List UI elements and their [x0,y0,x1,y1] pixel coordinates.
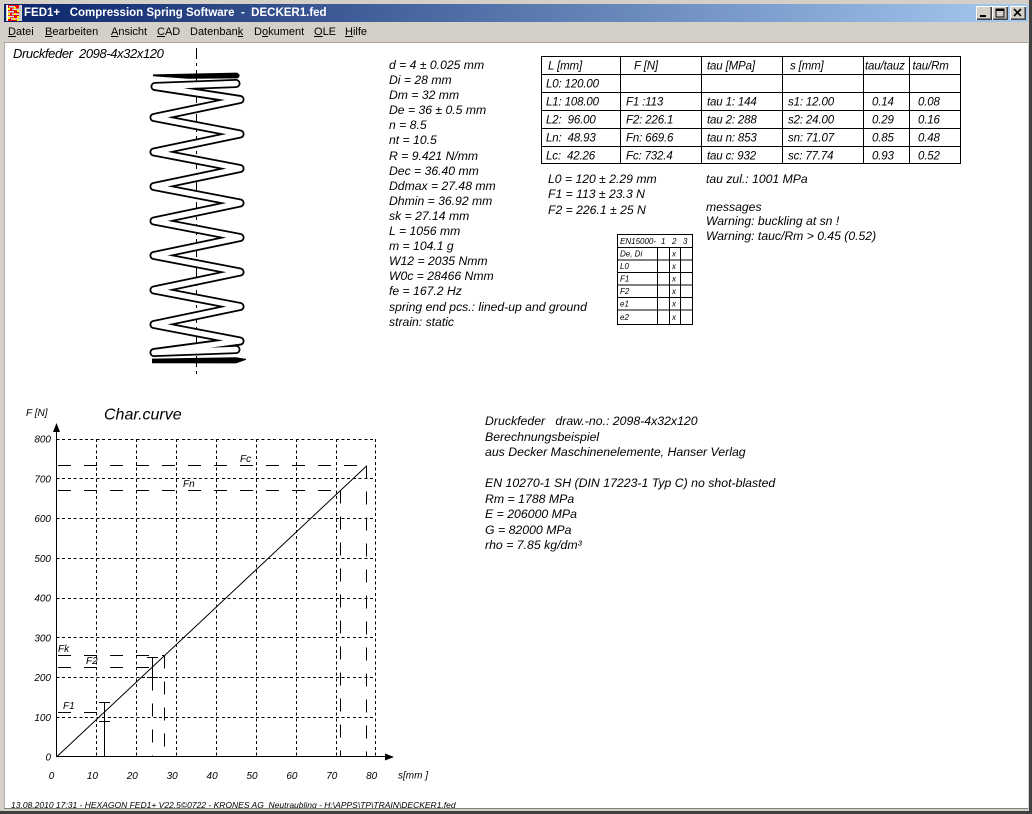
svg-text:80: 80 [366,771,378,782]
svg-text:300: 300 [34,633,51,644]
svg-text:L0: L0 [620,262,629,271]
svg-text:s[mm ]: s[mm ] [398,771,428,782]
svg-text:Char.curve: Char.curve [104,407,182,424]
svg-text:sn: 71.07: sn: 71.07 [788,133,835,145]
svg-text:70: 70 [326,771,338,782]
svg-text:x: x [671,275,677,284]
svg-text:e1: e1 [620,300,629,309]
svg-text:tau [MPa]: tau [MPa] [707,61,756,73]
svg-text:L2: 96.00: L2: 96.00 [546,115,596,127]
svg-text:L0: 120.00: L0: 120.00 [546,79,600,91]
svg-text:x: x [671,313,677,322]
svg-text:400: 400 [34,594,51,605]
svg-text:2: 2 [671,237,677,246]
svg-text:20: 20 [126,771,139,782]
svg-text:F2: 226.1: F2: 226.1 [626,115,673,127]
svg-text:Fn: Fn [183,479,195,490]
svg-text:L1: 108.00: L1: 108.00 [546,97,600,109]
svg-text:30: 30 [167,771,179,782]
svg-text:200: 200 [33,673,51,684]
svg-text:tau c: 932: tau c: 932 [707,151,757,163]
svg-text:0.48: 0.48 [918,133,941,145]
svg-text:x: x [671,287,677,296]
svg-text:tau n: 853: tau n: 853 [707,133,757,145]
svg-text:0: 0 [49,771,55,782]
svg-text:700: 700 [34,474,51,485]
svg-text:x: x [671,262,677,271]
svg-text:0: 0 [45,753,51,764]
svg-text:60: 60 [286,771,298,782]
svg-text:s [mm]: s [mm] [790,61,825,73]
svg-text:L [mm]: L [mm] [548,61,583,73]
svg-text:0.16: 0.16 [918,115,941,127]
svg-text:Fk: Fk [58,644,70,655]
svg-text:e2: e2 [620,313,629,322]
svg-text:Lc: 42.26: Lc: 42.26 [546,151,596,163]
svg-text:s1: 12.00: s1: 12.00 [788,97,835,109]
svg-text:F1: F1 [63,701,75,712]
svg-text:0.52: 0.52 [918,151,941,163]
svg-text:1: 1 [661,237,665,246]
svg-text:F [N]: F [N] [26,408,48,419]
svg-text:Fn: 669.6: Fn: 669.6 [626,133,674,145]
svg-text:x: x [671,300,677,309]
svg-text:40: 40 [207,771,219,782]
svg-text:tau/Rm: tau/Rm [913,61,950,73]
svg-text:Fc: Fc [240,454,251,465]
svg-text:Ln: 48.93: Ln: 48.93 [546,133,596,145]
svg-text:800: 800 [34,435,51,446]
svg-text:50: 50 [246,771,258,782]
svg-text:tau 1: 144: tau 1: 144 [707,97,757,109]
svg-text:s2: 24.00: s2: 24.00 [788,115,835,127]
svg-text:De, Di: De, Di [620,250,642,259]
svg-text:0.85: 0.85 [872,133,895,145]
svg-text:500: 500 [34,554,51,565]
svg-text:x: x [671,250,677,259]
svg-text:tau 2: 288: tau 2: 288 [707,115,757,127]
svg-text:F2: F2 [86,656,98,667]
svg-text:Fc: 732.4: Fc: 732.4 [626,151,673,163]
svg-text:600: 600 [34,514,51,525]
svg-text:F1: F1 [620,275,629,284]
svg-text:F1 :113: F1 :113 [626,97,664,109]
svg-text:0.29: 0.29 [872,115,895,127]
svg-text:0.14: 0.14 [872,97,894,109]
svg-text:F [N]: F [N] [634,61,659,73]
svg-text:F2: F2 [620,287,630,296]
svg-text:tau/tauz: tau/tauz [865,61,905,73]
svg-text:100: 100 [34,713,51,724]
svg-text:10: 10 [87,771,99,782]
svg-text:0.93: 0.93 [872,151,895,163]
svg-text:0.08: 0.08 [918,97,941,109]
svg-text:sc: 77.74: sc: 77.74 [788,151,833,163]
svg-text:3: 3 [683,237,688,246]
svg-text:EN15000-: EN15000- [620,237,656,246]
